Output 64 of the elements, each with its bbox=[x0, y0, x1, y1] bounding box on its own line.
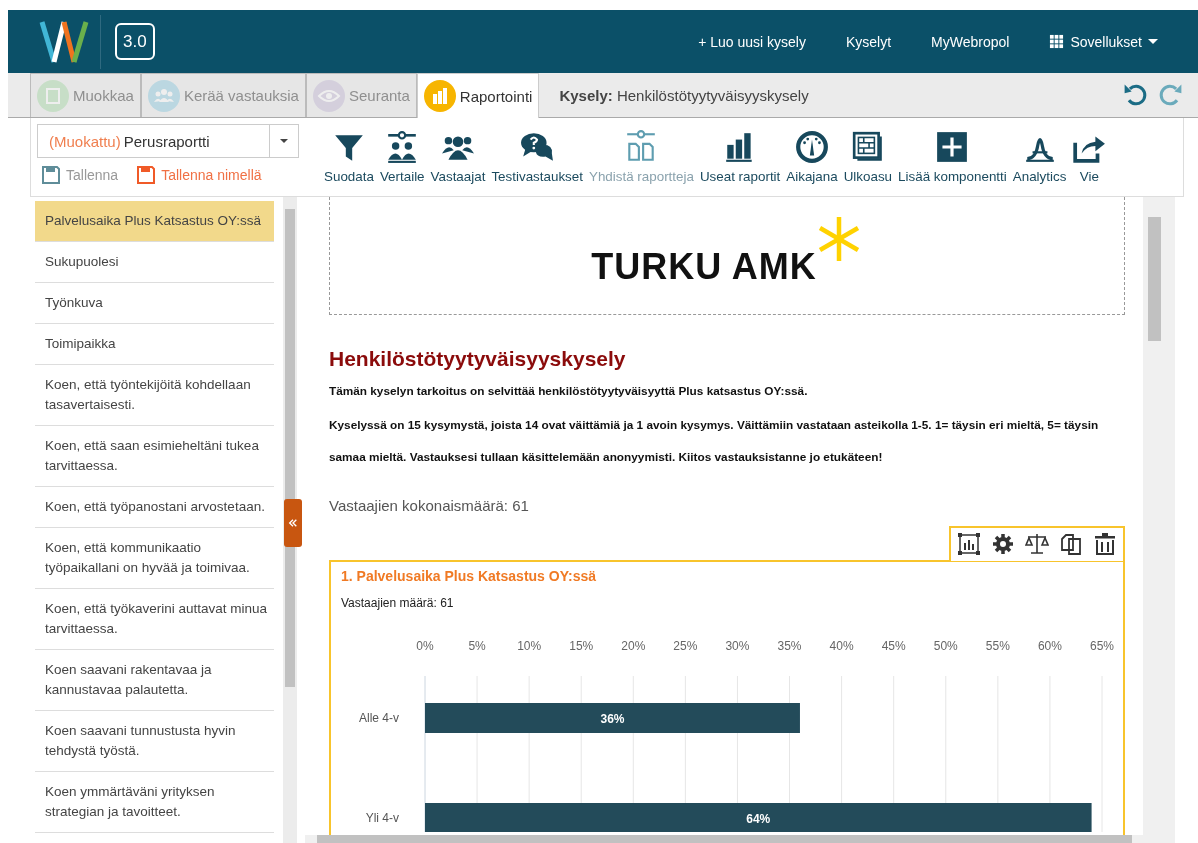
tab[interactable]: Raportointi bbox=[416, 73, 540, 118]
toolbar-button[interactable]: Analytics bbox=[1009, 130, 1070, 184]
horizontal-scrollbar[interactable] bbox=[317, 835, 1132, 843]
axis-tick-label: 60% bbox=[1037, 639, 1062, 653]
version-badge: 3.0 bbox=[115, 23, 155, 60]
toolbar-button[interactable]: Vastaajat bbox=[427, 130, 489, 184]
grid-icon bbox=[1049, 34, 1065, 49]
gear-icon[interactable] bbox=[991, 532, 1015, 556]
layout-icon bbox=[850, 130, 885, 164]
intro-paragraph: Tämän kyselyn tarkoitus on selvittää henkilöstötyytyväisyyttä Plus katsastus OY:ssä. bbox=[329, 383, 809, 399]
nav-link[interactable]: + Luo uusi kysely bbox=[698, 33, 806, 50]
toolbar-button[interactable]: Useat raportit bbox=[696, 130, 784, 184]
toolbar-button[interactable]: Ulkoasu bbox=[840, 130, 896, 184]
form-icon bbox=[37, 79, 69, 112]
survey-name: Kysely: Henkilöstötyytyväisyyskysely bbox=[559, 86, 809, 104]
axis-tick-label: 35% bbox=[777, 639, 802, 653]
axis-tick-label: 50% bbox=[933, 639, 958, 653]
double-chevron-icon bbox=[287, 518, 299, 528]
gauge-icon bbox=[795, 130, 829, 164]
caret-icon bbox=[1148, 39, 1158, 44]
copy-icon[interactable] bbox=[1059, 532, 1083, 556]
logo-text: TURKU AMK bbox=[591, 245, 817, 288]
nav-link[interactable]: MyWebropol bbox=[931, 33, 1010, 50]
bar-chart-icon bbox=[423, 80, 456, 112]
eye-icon bbox=[312, 79, 345, 112]
toolbar-button[interactable]: Lisää komponentti bbox=[895, 130, 1010, 184]
apps-menu[interactable]: Sovellukset bbox=[1049, 33, 1158, 50]
axis-tick-label: 25% bbox=[673, 639, 698, 653]
people-icon bbox=[147, 79, 180, 112]
toolbar-button[interactable]: Vie bbox=[1069, 130, 1110, 184]
speech-bubbles-icon bbox=[520, 130, 555, 164]
toolbar-button[interactable]: Testivastaukset bbox=[488, 130, 586, 184]
category-label: Yli 4-v bbox=[365, 811, 399, 825]
toolbar-button[interactable]: Suodata bbox=[321, 130, 377, 184]
trash-icon[interactable] bbox=[1093, 532, 1117, 556]
chart-settings-icon[interactable] bbox=[957, 532, 981, 556]
toolbar-button[interactable]: Aikajana bbox=[783, 130, 841, 184]
scale-icon[interactable] bbox=[1025, 532, 1049, 556]
axis-tick-label: 40% bbox=[829, 639, 854, 653]
scrollbar[interactable] bbox=[283, 197, 297, 843]
axis-tick-label: 0% bbox=[416, 639, 434, 653]
axis-tick-label: 55% bbox=[985, 639, 1010, 653]
toolbar-button[interactable]: Vertaile bbox=[376, 130, 428, 184]
axis-tick-label: 20% bbox=[621, 639, 646, 653]
bar-value-label: 36% bbox=[600, 712, 625, 726]
report-title: Henkilöstötyytyväisyyskysely bbox=[329, 347, 627, 371]
bar-value-label: 64% bbox=[746, 812, 771, 826]
axis-tick-label: 5% bbox=[468, 639, 486, 653]
axis-tick-label: 10% bbox=[517, 639, 542, 653]
plus-icon bbox=[935, 130, 970, 164]
intro-paragraph: Kyselyssä on 15 kysymystä, joista 14 ovat väittämiä ja 1 avoin kysymys. Väittämiin vastataan asteikolla 1-5. 1= täysin eri mieltä, 5= täysin samaa mieltä. Vastauksesi tullaan käsittelemään anonyymisti. Kiitos vastauksistanne jo etukäteen! bbox=[329, 417, 1100, 466]
respondent-total: Vastaajien kokonaismäärä: 61 bbox=[329, 497, 530, 514]
question-title: 1. Palvelusaika Plus Katsastus OY:ssä bbox=[341, 568, 597, 584]
report-select[interactable]: (Muokattu) Perusraportti bbox=[37, 124, 299, 158]
respondent-count: Vastaajien määrä: 61 bbox=[341, 596, 455, 610]
axis-tick-label: 65% bbox=[1090, 639, 1114, 653]
axis-tick-label: 45% bbox=[881, 639, 906, 653]
axis-tick-label: 30% bbox=[725, 639, 750, 653]
collapse-button[interactable] bbox=[284, 499, 302, 547]
category-label: Alle 4-v bbox=[359, 711, 399, 725]
caret-icon bbox=[280, 139, 288, 143]
nav-link[interactable]: Kyselyt bbox=[845, 33, 892, 50]
sidebar-item[interactable]: Palvelusaika Plus Katsastus OY:ssä bbox=[35, 201, 274, 242]
axis-tick-label: 15% bbox=[569, 639, 594, 653]
